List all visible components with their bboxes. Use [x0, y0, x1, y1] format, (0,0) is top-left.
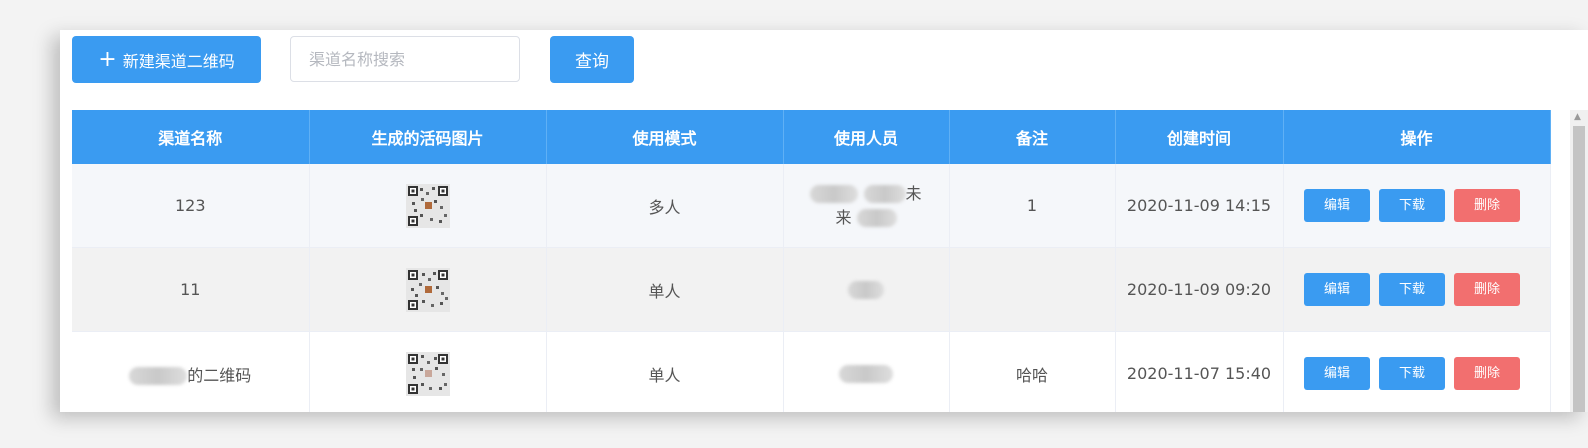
header-actions[interactable]: 操作	[1283, 110, 1551, 164]
qr-code-image[interactable]	[405, 267, 450, 312]
delete-button[interactable]: 删除	[1454, 189, 1520, 222]
redacted-user	[848, 281, 884, 300]
delete-button[interactable]: 删除	[1454, 357, 1520, 390]
qr-code-image[interactable]	[405, 183, 450, 228]
query-button[interactable]: 查询	[550, 36, 634, 83]
usage-mode-cell: 多人	[546, 164, 784, 248]
users-cell	[783, 331, 950, 412]
edit-button[interactable]: 编辑	[1304, 357, 1370, 390]
scrollbar-thumb[interactable]	[1573, 126, 1585, 412]
created-time-cell: 2020-11-09 09:20	[1115, 247, 1284, 332]
users-cell	[783, 247, 950, 332]
download-button[interactable]: 下载	[1379, 189, 1445, 222]
user-name: 未	[905, 183, 922, 203]
note-cell	[949, 247, 1116, 332]
qr-code-image[interactable]	[405, 351, 450, 396]
channel-name-cell: 123	[72, 164, 310, 248]
usage-mode-cell: 单人	[546, 247, 784, 332]
channel-name-suffix: 的二维码	[187, 365, 252, 385]
user-name: 来	[835, 207, 852, 227]
download-button[interactable]: 下载	[1379, 357, 1445, 390]
edit-button[interactable]: 编辑	[1304, 189, 1370, 222]
delete-button[interactable]: 删除	[1454, 273, 1520, 306]
header-note[interactable]: 备注	[949, 110, 1116, 164]
main-panel: + 新建渠道二维码 查询 渠道名称 生成的活码图片 使用模式 使用人员 备注 创…	[60, 30, 1588, 412]
header-qr-image[interactable]: 生成的活码图片	[309, 110, 547, 164]
table-row: 123 多人 未 来 1 2020-11-09 14:15 编辑 下载 删除	[72, 164, 1551, 248]
redacted-user	[863, 185, 906, 203]
actions-cell: 编辑 下载 删除	[1283, 247, 1551, 332]
redacted-user	[839, 365, 893, 384]
plus-icon: +	[98, 46, 117, 72]
channel-name-cell: 11	[72, 247, 310, 332]
scroll-up-arrow-icon[interactable]: ▲	[1574, 112, 1581, 122]
redacted-user	[810, 185, 859, 203]
note-cell: 1	[949, 164, 1116, 248]
toolbar: + 新建渠道二维码 查询	[60, 30, 1588, 110]
usage-mode-cell: 单人	[546, 331, 784, 412]
channel-table: 渠道名称 生成的活码图片 使用模式 使用人员 备注 创建时间 操作 123 多人…	[72, 110, 1551, 412]
download-button[interactable]: 下载	[1379, 273, 1445, 306]
actions-cell: 编辑 下载 删除	[1283, 164, 1551, 248]
header-channel-name[interactable]: 渠道名称	[72, 110, 310, 164]
vertical-scrollbar[interactable]: ▲	[1570, 110, 1588, 412]
qr-cell	[309, 164, 547, 248]
qr-cell	[309, 331, 547, 412]
edit-button[interactable]: 编辑	[1304, 273, 1370, 306]
note-cell: 哈哈	[949, 331, 1116, 412]
new-channel-qr-button[interactable]: + 新建渠道二维码	[72, 36, 261, 83]
redacted-name	[129, 367, 188, 385]
channel-name-search-input[interactable]	[290, 36, 520, 82]
table-row: 11 单人 2020-11-09 09:20 编辑 下载 删除	[72, 247, 1551, 332]
created-time-cell: 2020-11-09 14:15	[1115, 164, 1284, 248]
channel-name-cell: 的二维码	[72, 331, 310, 412]
header-usage-mode[interactable]: 使用模式	[546, 110, 784, 164]
actions-cell: 编辑 下载 删除	[1283, 331, 1551, 412]
table-header-row: 渠道名称 生成的活码图片 使用模式 使用人员 备注 创建时间 操作	[72, 110, 1551, 164]
qr-cell	[309, 247, 547, 332]
header-created-time[interactable]: 创建时间	[1115, 110, 1284, 164]
table-row: 的二维码 单人 哈哈 2020-11-07 15:40 编辑 下载 删除	[72, 331, 1551, 412]
redacted-user	[856, 209, 897, 227]
header-users[interactable]: 使用人员	[783, 110, 950, 164]
new-channel-qr-label: 新建渠道二维码	[122, 51, 235, 71]
created-time-cell: 2020-11-07 15:40	[1115, 331, 1284, 412]
users-cell: 未 来	[783, 164, 950, 248]
